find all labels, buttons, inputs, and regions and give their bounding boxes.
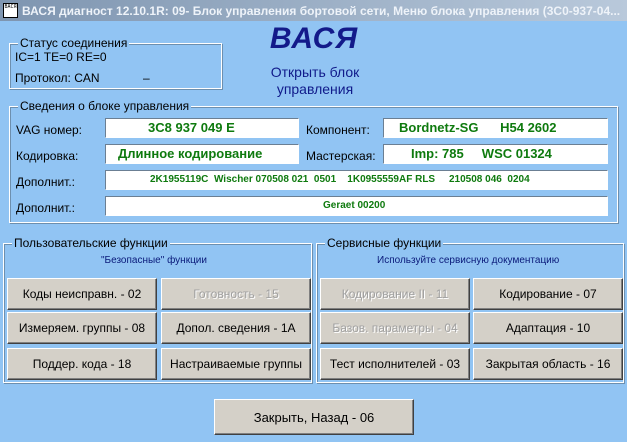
connection-status-title: Статус соединения bbox=[18, 36, 130, 50]
service-functions-group: Сервисные функции Используйте сервисную … bbox=[316, 236, 624, 383]
measuring-groups-button[interactable]: Измеряем. группы - 08 bbox=[7, 312, 157, 344]
coding-label: Кодировка: bbox=[16, 149, 79, 163]
extra2-label: Дополнит.: bbox=[16, 201, 76, 215]
readiness-button[interactable]: Готовность - 15 bbox=[161, 278, 311, 310]
user-functions-title: Пользовательские функции bbox=[12, 236, 170, 250]
adaptation-button[interactable]: Адаптация - 10 bbox=[473, 312, 623, 344]
service-functions-title: Сервисные функции bbox=[325, 236, 444, 250]
user-functions-subtitle: "Безопасные" функции bbox=[101, 255, 207, 266]
window-title: ВАСЯ диагност 12.10.1R: 09- Блок управле… bbox=[22, 3, 621, 18]
vag-number-field: 3C8 937 049 E bbox=[105, 118, 299, 138]
workshop-label: Мастерская: bbox=[306, 149, 376, 163]
user-functions-group: Пользовательские функции "Безопасные" фу… bbox=[3, 236, 312, 383]
component-label: Компонент: bbox=[306, 123, 370, 137]
extra2-field: Geraet 00200 bbox=[105, 196, 608, 216]
security-access-button[interactable]: Закрытая область - 16 bbox=[473, 348, 623, 380]
workshop-field: Imp: 785 WSC 01324 bbox=[383, 144, 608, 164]
extra1-label: Дополнит.: bbox=[16, 175, 76, 189]
fault-codes-button[interactable]: Коды неисправн. - 02 bbox=[7, 278, 157, 310]
additional-info-button[interactable]: Допол. сведения - 1А bbox=[161, 312, 311, 344]
protocol-label: Протокол: CAN bbox=[15, 71, 100, 85]
custom-groups-button[interactable]: Настраиваемые группы bbox=[161, 348, 311, 380]
coding-button[interactable]: Кодирование - 07 bbox=[473, 278, 623, 310]
connection-indicator: – bbox=[143, 71, 150, 85]
title-bar[interactable]: ВАСЯ ВАСЯ диагност 12.10.1R: 09- Блок уп… bbox=[0, 0, 627, 21]
component-field: Bordnetz-SG H54 2602 bbox=[383, 118, 608, 138]
connection-status-group: Статус соединения IC=1 TE=0 RE=0 Протоко… bbox=[9, 36, 222, 89]
connection-status-text: IC=1 TE=0 RE=0 bbox=[15, 50, 107, 64]
output-test-button[interactable]: Тест исполнителей - 03 bbox=[320, 348, 470, 380]
open-block-label: Открыть блок управления bbox=[270, 64, 360, 97]
supported-codes-button[interactable]: Поддер. кода - 18 bbox=[7, 348, 157, 380]
service-functions-subtitle: Используйте сервисную документацию bbox=[377, 255, 560, 266]
app-icon: ВАСЯ bbox=[3, 3, 18, 18]
app-brand-title: ВАСЯ bbox=[269, 22, 359, 55]
basic-settings-button[interactable]: Базов. параметры - 04 bbox=[320, 312, 470, 344]
vag-number-label: VAG номер: bbox=[16, 123, 83, 137]
ecu-info-group: Сведения о блоке управления VAG номер: 3… bbox=[9, 99, 618, 223]
coding2-button[interactable]: Кодирование II - 11 bbox=[320, 278, 470, 310]
coding-field: Длинное кодирование bbox=[105, 144, 299, 164]
extra1-field: 2K1955119C Wischer 070508 021 0501 1K095… bbox=[105, 170, 608, 190]
close-back-button[interactable]: Закрыть, Назад - 06 bbox=[214, 399, 414, 435]
ecu-info-title: Сведения о блоке управления bbox=[18, 99, 192, 113]
